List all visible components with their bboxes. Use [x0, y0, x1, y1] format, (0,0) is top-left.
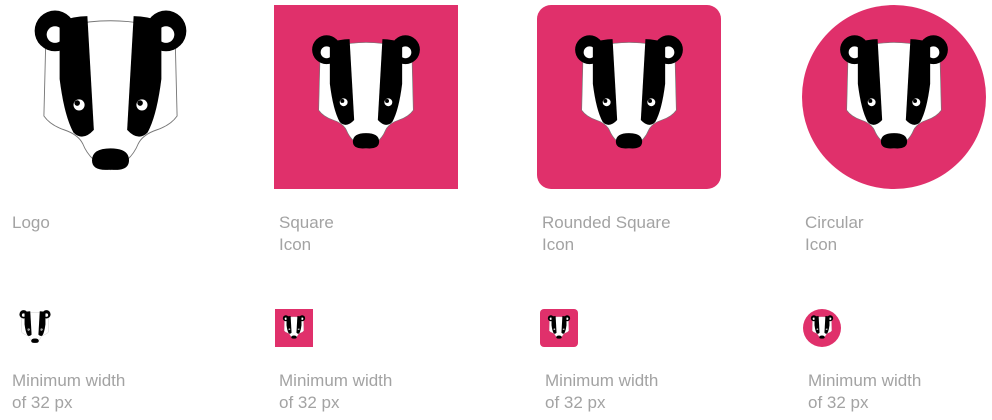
logo-min-line1: Minimum width	[12, 371, 126, 390]
logo-min-line2: of 32 px	[12, 393, 73, 412]
square-min-label: Minimum width of 32 px	[279, 370, 392, 414]
square-icon	[274, 5, 458, 189]
small-rounded-square-icon	[540, 309, 578, 347]
square-min-line1: Minimum width	[279, 371, 393, 390]
circular-min-label: Minimum width of 32 px	[808, 370, 921, 414]
small-logo-icon	[16, 309, 54, 347]
small-circular-icon	[803, 309, 841, 347]
rounded-min-label: Minimum width of 32 px	[545, 370, 658, 414]
square-min-line2: of 32 px	[279, 393, 340, 412]
logo-label-line1: Logo	[12, 213, 50, 232]
circular-label-line2: Icon	[805, 235, 838, 254]
circular-icon	[802, 5, 986, 189]
small-square-icon	[275, 309, 313, 347]
circular-min-line2: of 32 px	[808, 393, 869, 412]
square-label-line1: Square	[279, 213, 334, 232]
rounded-label: Rounded Square Icon	[542, 212, 671, 256]
circular-label-line1: Circular	[805, 213, 864, 232]
square-label-line2: Icon	[279, 235, 312, 254]
logo-min-label: Minimum width of 32 px	[12, 370, 125, 414]
square-label: Square Icon	[279, 212, 334, 256]
rounded-label-line1: Rounded Square	[542, 213, 671, 232]
rounded-square-icon	[537, 5, 721, 189]
logo-label: Logo	[12, 212, 50, 234]
rounded-min-line1: Minimum width	[545, 371, 659, 390]
circular-min-line1: Minimum width	[808, 371, 922, 390]
circular-label: Circular Icon	[805, 212, 864, 256]
logo-badger-icon	[18, 5, 203, 190]
rounded-label-line2: Icon	[542, 235, 575, 254]
rounded-min-line2: of 32 px	[545, 393, 606, 412]
